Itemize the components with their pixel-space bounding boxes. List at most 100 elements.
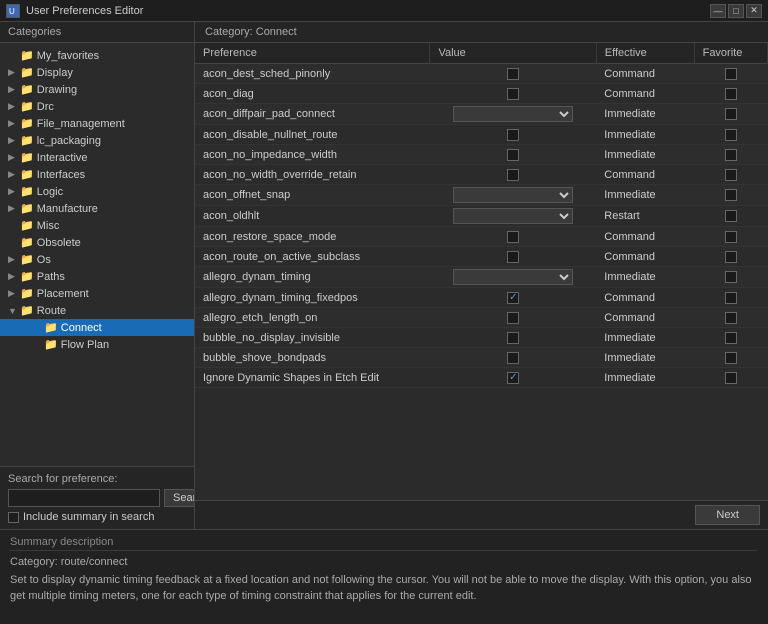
pref-favorite[interactable] [694,64,767,84]
pref-value[interactable] [430,267,596,288]
favorite-checkbox[interactable] [725,88,737,100]
sidebar-item-my_favorites[interactable]: 📁 My_favorites [0,47,194,64]
pref-value[interactable] [430,288,596,308]
next-button[interactable]: Next [695,505,760,525]
maximize-button[interactable]: □ [728,4,744,18]
pref-favorite[interactable] [694,125,767,145]
minimize-button[interactable]: — [710,4,726,18]
pref-checkbox[interactable] [507,88,519,100]
pref-favorite[interactable] [694,328,767,348]
pref-select[interactable] [453,106,573,122]
favorite-checkbox[interactable] [725,292,737,304]
search-input[interactable] [8,489,160,507]
pref-favorite[interactable] [694,145,767,165]
sidebar-item-os[interactable]: ▶ 📁 Os [0,251,194,268]
pref-select[interactable] [453,187,573,203]
favorite-checkbox[interactable] [725,271,737,283]
pref-checkbox[interactable] [507,352,519,364]
pref-favorite[interactable] [694,206,767,227]
favorite-checkbox[interactable] [725,251,737,263]
favorite-checkbox[interactable] [725,68,737,80]
pref-favorite[interactable] [694,165,767,185]
favorite-checkbox[interactable] [725,210,737,222]
favorite-checkbox[interactable] [725,108,737,120]
include-summary-checkbox[interactable] [8,512,19,523]
pref-name: acon_no_impedance_width [195,145,430,165]
pref-checkbox[interactable] [507,68,519,80]
pref-value[interactable] [430,328,596,348]
pref-value[interactable] [430,104,596,125]
pref-favorite[interactable] [694,185,767,206]
favorite-checkbox[interactable] [725,189,737,201]
pref-effective: Immediate [596,267,694,288]
sidebar-item-display[interactable]: ▶ 📁 Display [0,64,194,81]
folder-icon: 📁 [20,219,34,232]
sidebar-item-connect[interactable]: 📁 Connect [0,319,194,336]
sidebar-item-manufacture[interactable]: ▶ 📁 Manufacture [0,200,194,217]
pref-value[interactable] [430,64,596,84]
sidebar-item-placement[interactable]: ▶ 📁 Placement [0,285,194,302]
favorite-checkbox[interactable] [725,312,737,324]
pref-favorite[interactable] [694,227,767,247]
pref-name: acon_dest_sched_pinonly [195,64,430,84]
sidebar-item-drawing[interactable]: ▶ 📁 Drawing [0,81,194,98]
search-button[interactable]: Search [164,489,195,507]
sidebar-search: Search for preference: Search Include su… [0,466,194,529]
sidebar-item-misc[interactable]: 📁 Misc [0,217,194,234]
pref-value[interactable] [430,368,596,388]
pref-value[interactable] [430,206,596,227]
pref-value[interactable] [430,125,596,145]
favorite-checkbox[interactable] [725,169,737,181]
sidebar-item-interfaces[interactable]: ▶ 📁 Interfaces [0,166,194,183]
pref-checkbox[interactable] [507,231,519,243]
sidebar-item-lc_packaging[interactable]: ▶ 📁 lc_packaging [0,132,194,149]
sidebar-item-file_management[interactable]: ▶ 📁 File_management [0,115,194,132]
favorite-checkbox[interactable] [725,149,737,161]
table-row: acon_diagCommand [195,84,768,104]
pref-favorite[interactable] [694,288,767,308]
favorite-checkbox[interactable] [725,332,737,344]
pref-value[interactable] [430,145,596,165]
pref-value[interactable] [430,247,596,267]
favorite-checkbox[interactable] [725,129,737,141]
pref-value[interactable] [430,348,596,368]
pref-value[interactable] [430,308,596,328]
sidebar-item-route[interactable]: ▼ 📁 Route [0,302,194,319]
pref-checkbox[interactable] [507,169,519,181]
pref-select[interactable] [453,269,573,285]
sidebar-item-flow_plan[interactable]: 📁 Flow Plan [0,336,194,353]
pref-effective: Command [596,165,694,185]
sidebar-item-interactive[interactable]: ▶ 📁 Interactive [0,149,194,166]
pref-favorite[interactable] [694,267,767,288]
sidebar-item-obsolete[interactable]: 📁 Obsolete [0,234,194,251]
close-button[interactable]: ✕ [746,4,762,18]
pref-favorite[interactable] [694,104,767,125]
pref-effective: Immediate [596,368,694,388]
sidebar-item-drc[interactable]: ▶ 📁 Drc [0,98,194,115]
pref-select[interactable] [453,208,573,224]
pref-checkbox[interactable] [507,149,519,161]
favorite-checkbox[interactable] [725,372,737,384]
pref-checkbox[interactable] [507,129,519,141]
pref-value[interactable] [430,165,596,185]
sidebar-item-paths[interactable]: ▶ 📁 Paths [0,268,194,285]
pref-checkbox[interactable] [507,251,519,263]
favorite-checkbox[interactable] [725,231,737,243]
pref-value[interactable] [430,185,596,206]
pref-checkbox[interactable] [507,332,519,344]
pref-value[interactable] [430,227,596,247]
sidebar-item-logic[interactable]: ▶ 📁 Logic [0,183,194,200]
pref-favorite[interactable] [694,308,767,328]
pref-effective: Command [596,288,694,308]
pref-favorite[interactable] [694,84,767,104]
summary-title: Summary description [10,536,758,551]
pref-favorite[interactable] [694,368,767,388]
pref-favorite[interactable] [694,348,767,368]
pref-value[interactable] [430,84,596,104]
favorite-checkbox[interactable] [725,352,737,364]
pref-checkbox[interactable] [507,372,519,384]
main-layout: Categories 📁 My_favorites ▶ 📁 Display ▶ … [0,22,768,624]
pref-favorite[interactable] [694,247,767,267]
pref-checkbox[interactable] [507,312,519,324]
pref-checkbox[interactable] [507,292,519,304]
